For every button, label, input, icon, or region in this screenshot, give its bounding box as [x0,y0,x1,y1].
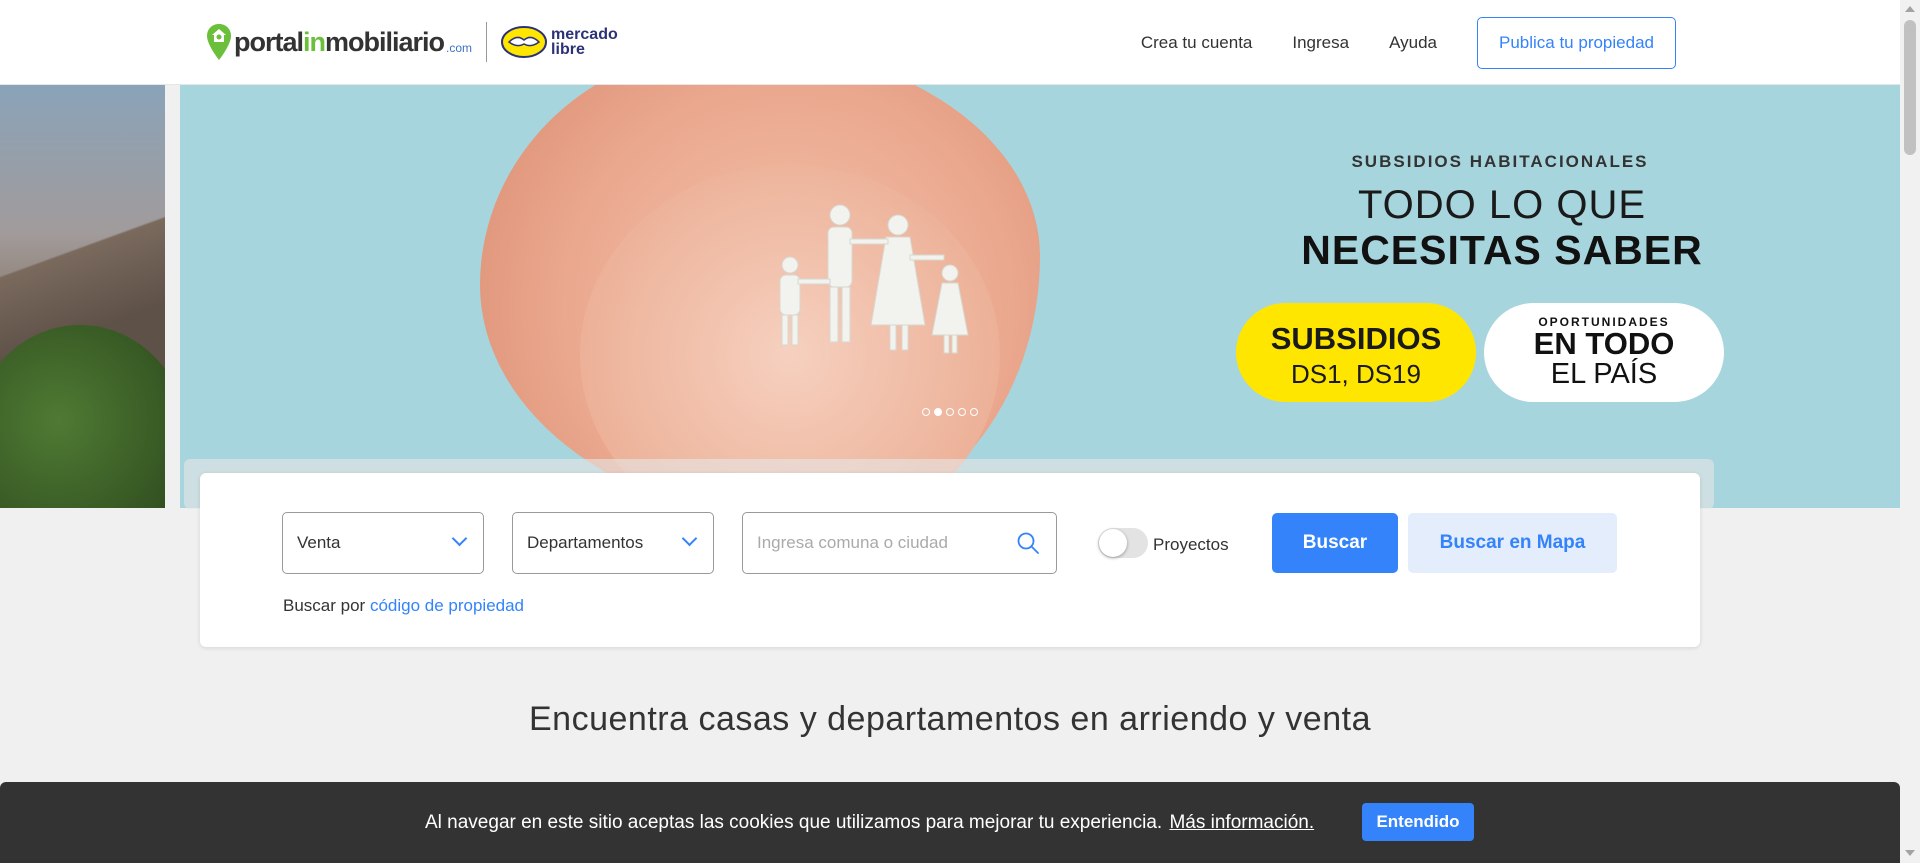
search-icon[interactable] [1016,531,1040,555]
property-code-search: Buscar por código de propiedad [283,596,525,615]
search-panel: Venta Departamentos Proyectos Buscar Bus… [200,473,1700,647]
scroll-thumb[interactable] [1904,20,1916,155]
location-pin-icon [207,24,231,60]
site-header: portalinmobiliario .com mercado libre Cre… [0,0,1900,85]
promo-title-line1: TODO LO QUE [1357,183,1647,227]
promo-block: SUBSIDIOS HABITACIONALES TODO LO QUE NEC… [1232,85,1792,508]
mercadolibre-logo: mercado libre [501,26,618,58]
logo-divider [486,22,488,62]
map-search-button[interactable]: Buscar en Mapa [1408,513,1617,573]
portalinmobiliario-logo[interactable]: portalinmobiliario .com mercado libre [206,20,618,64]
logo-wordmark: portalinmobiliario [234,26,445,57]
search-button[interactable]: Buscar [1272,513,1398,573]
chevron-down-icon [451,530,468,547]
cookie-more-info-link[interactable]: Más información. [1169,812,1314,833]
cookie-accept-button[interactable]: Entendido [1362,803,1474,841]
header-nav: Crea tu cuenta Ingresa Ayuda Publica tu … [1141,17,1676,69]
nav-ingresa[interactable]: Ingresa [1292,33,1349,53]
logo-suffix: .com [446,41,473,55]
scroll-down-icon[interactable] [1905,850,1915,856]
property-code-link[interactable]: código de propiedad [370,596,524,615]
oportunidades-pill: OPORTUNIDADES EN TODO EL PAÍS [1484,303,1724,402]
carousel-dot[interactable] [970,408,978,416]
carousel-dot[interactable] [946,408,954,416]
chevron-down-icon [681,530,698,547]
page-headline: Encuentra casas y departamentos en arrie… [529,700,1371,738]
toggle-knob [1099,529,1127,557]
carousel-dot-active[interactable] [934,408,942,416]
handshake-icon [501,26,548,58]
subsidios-pill: SUBSIDIOS DS1, DS19 [1236,303,1476,402]
paper-family-illustration [779,204,969,354]
publish-property-button[interactable]: Publica tu propiedad [1476,17,1676,69]
scroll-up-icon[interactable] [1905,6,1915,12]
operation-select[interactable]: Venta [282,512,484,574]
carousel-previous-slide[interactable] [0,85,165,508]
carousel-dots [922,408,978,416]
promo-kicker: SUBSIDIOS HABITACIONALES [1351,152,1649,171]
nav-ayuda[interactable]: Ayuda [1389,33,1437,53]
carousel-dot[interactable] [922,408,930,416]
page-scrollbar[interactable] [1900,0,1920,863]
nav-crea-cuenta[interactable]: Crea tu cuenta [1141,33,1253,53]
location-search-field [742,512,1057,574]
promo-title-line2: NECESITAS SABER [1301,227,1703,273]
hero-banner[interactable]: SUBSIDIOS HABITACIONALES TODO LO QUE NEC… [180,85,1900,508]
cookie-message: Al navegar en este sitio aceptas las coo… [425,812,1315,833]
property-type-select[interactable]: Departamentos [512,512,714,574]
carousel-dot[interactable] [958,408,966,416]
projects-toggle[interactable] [1098,528,1148,558]
cookie-banner: Al navegar en este sitio aceptas las coo… [0,782,1900,863]
location-input[interactable] [757,529,1017,557]
projects-toggle-label: Proyectos [1153,535,1229,554]
